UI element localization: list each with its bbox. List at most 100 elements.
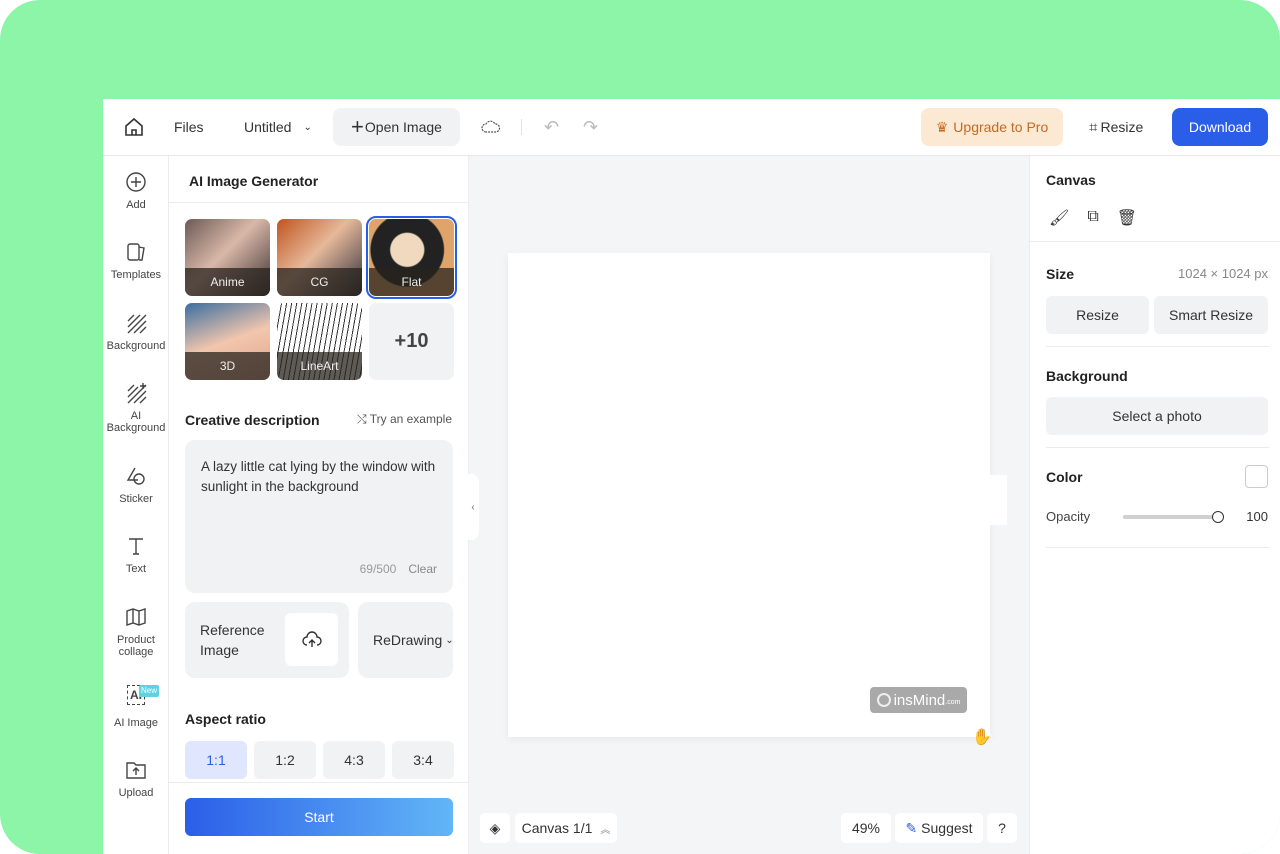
style-anime[interactable]: Anime [185, 219, 270, 296]
resize-canvas-button[interactable]: Resize [1046, 296, 1149, 334]
opacity-slider[interactable] [1123, 515, 1218, 519]
chevron-down-icon: ⌄ [303, 121, 312, 133]
canvas-page[interactable]: insMind .com [508, 253, 990, 737]
open-image-label: Open Image [364, 119, 442, 135]
trash-icon[interactable]: 🗑 [1117, 208, 1137, 228]
style-label: CG [277, 268, 362, 296]
divider [169, 782, 469, 783]
watermark-logo: insMind .com [870, 687, 967, 713]
file-title-dropdown[interactable]: Untitled ⌄ [244, 108, 312, 146]
rail-label: Sticker [119, 493, 153, 505]
chevron-down-icon: ⌄ [445, 634, 454, 646]
prompt-text: A lazy little cat lying by the window wi… [201, 459, 436, 494]
divider [1046, 346, 1269, 347]
canvas-side-tab[interactable] [990, 475, 1007, 525]
reference-image-card: Reference Image [185, 602, 349, 678]
open-image-button[interactable]: + Open Image [333, 108, 460, 146]
duplicate-icon[interactable]: ⧉ [1087, 208, 1098, 228]
rail-background[interactable]: Background [103, 312, 169, 352]
rail-add[interactable]: Add [103, 171, 169, 211]
rail-templates[interactable]: Templates [103, 241, 169, 281]
start-button[interactable]: Start [185, 798, 453, 836]
suggest-icon: ✎ [905, 819, 918, 836]
download-button[interactable]: Download [1172, 108, 1268, 146]
top-bar: Files Untitled ⌄ + Open Image ↶ ↷ ♛ Upgrade… [103, 99, 1280, 156]
rail-label: Add [126, 199, 146, 211]
crown-icon: ♛ [935, 118, 949, 135]
style-flat[interactable]: Flat [366, 216, 457, 299]
rail-label: Templates [110, 269, 162, 281]
help-button[interactable]: ? [987, 813, 1017, 843]
background-label: Background [1046, 368, 1128, 384]
style-label: LineArt [277, 352, 362, 380]
opacity-label: Opacity [1046, 509, 1091, 524]
suggest-button[interactable]: ✎ Suggest [895, 813, 983, 843]
ai-generator-panel: AI Image Generator Anime CG Flat 3D Line… [169, 156, 469, 854]
select-photo-button[interactable]: Select a photo [1046, 397, 1268, 435]
file-title: Untitled [244, 119, 292, 135]
prompt-textarea[interactable]: A lazy little cat lying by the window wi… [185, 440, 453, 593]
more-styles-button[interactable]: +10 [369, 303, 454, 380]
desktop-background: Files Untitled ⌄ + Open Image ↶ ↷ ♛ Upgrade… [0, 0, 1280, 854]
style-3d[interactable]: 3D [185, 303, 270, 380]
color-swatch[interactable] [1245, 465, 1268, 488]
cloud-icon[interactable] [481, 108, 501, 146]
rail-product-collage[interactable]: Product collage [103, 606, 169, 658]
cloud-upload-icon [301, 630, 322, 647]
suggest-label: Suggest [921, 820, 973, 836]
watermark-suffix: .com [945, 699, 961, 706]
zoom-level[interactable]: 49% [841, 813, 891, 843]
rail-sticker[interactable]: Sticker [103, 465, 169, 505]
try-example-link[interactable]: ⤭ Try an example [357, 412, 452, 427]
style-lineart[interactable]: LineArt [277, 303, 362, 380]
smart-resize-button[interactable]: Smart Resize [1154, 296, 1268, 334]
opacity-slider-thumb[interactable] [1212, 511, 1224, 523]
color-label: Color [1046, 469, 1083, 485]
rail-label: Text [125, 563, 147, 575]
canvas-title: Canvas [1046, 172, 1096, 188]
new-badge: New [139, 685, 160, 697]
upgrade-label: Upgrade to Pro [953, 119, 1049, 135]
rail-label: Background [106, 340, 166, 352]
aspect-3-4[interactable]: 3:4 [392, 741, 454, 779]
undo-icon[interactable]: ↶ [544, 108, 559, 146]
divider [1046, 447, 1269, 448]
style-label: Flat [369, 268, 454, 296]
rail-label: Upload [118, 787, 154, 799]
collapse-panel-handle[interactable]: ‹ [467, 474, 479, 540]
rail-upload[interactable]: Upload [103, 759, 169, 799]
redrawing-dropdown[interactable]: ReDrawing ⌄ [358, 602, 454, 678]
canvas-area: ‹ insMind .com ✋ ◈ Canvas 1/1 ︽ 49% ✎ Sugge… [467, 156, 1029, 854]
home-icon[interactable] [123, 108, 145, 146]
layers-button[interactable]: ◈ [480, 813, 510, 843]
reference-image-label: Reference Image [200, 622, 265, 658]
rail-label: AI Image [113, 717, 159, 729]
rail-text[interactable]: Text [103, 535, 169, 575]
upgrade-button[interactable]: ♛ Upgrade to Pro [921, 108, 1063, 146]
style-label: 3D [185, 352, 270, 380]
chevron-left-icon: ‹ [471, 501, 475, 513]
paint-roller-icon[interactable]: 🖌 [1049, 208, 1069, 228]
resize-label: Resize [1100, 119, 1144, 135]
editor-app: Files Untitled ⌄ + Open Image ↶ ↷ ♛ Upgrade… [103, 99, 1280, 854]
clear-button[interactable]: Clear [408, 562, 437, 576]
style-cg[interactable]: CG [277, 219, 362, 296]
aspect-1-2[interactable]: 1:2 [254, 741, 316, 779]
redo-icon[interactable]: ↷ [583, 108, 598, 146]
resize-button[interactable]: ⌗ Resize [1089, 108, 1143, 146]
aspect-4-3[interactable]: 4:3 [323, 741, 385, 779]
layers-icon: ◈ [489, 819, 501, 836]
canvas-page-label: Canvas 1/1 [521, 820, 593, 836]
files-menu[interactable]: Files [174, 108, 204, 146]
rail-label: Product collage [117, 634, 155, 658]
size-value: 1024 × 1024 px [1178, 266, 1268, 281]
canvas-page-selector[interactable]: Canvas 1/1 ︽ [515, 813, 617, 843]
upload-reference-button[interactable] [285, 613, 338, 666]
divider [521, 119, 522, 135]
redrawing-label: ReDrawing [373, 632, 443, 648]
rail-ai-image[interactable]: AI New AI Image [103, 685, 169, 729]
rail-ai-background[interactable]: AI Background [103, 382, 169, 434]
chevron-up-icon: ︽ [600, 824, 611, 836]
crop-icon: ⌗ [1089, 118, 1098, 136]
aspect-1-1[interactable]: 1:1 [185, 741, 247, 779]
